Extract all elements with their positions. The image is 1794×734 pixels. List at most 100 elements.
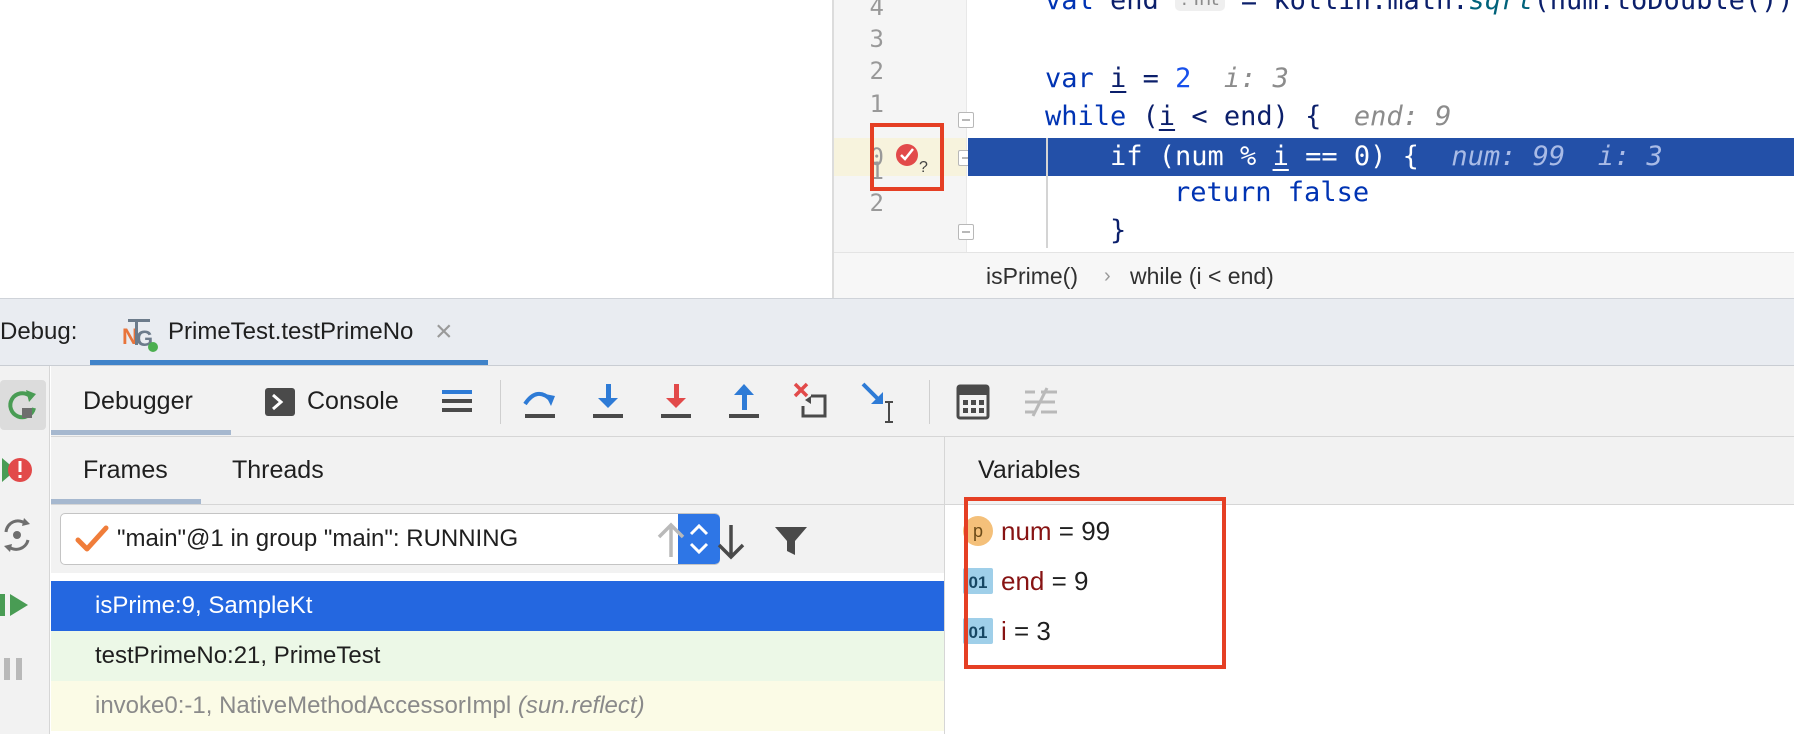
trace-stream-button[interactable] bbox=[1019, 380, 1063, 424]
pause-icon bbox=[4, 658, 22, 680]
pause-button[interactable] bbox=[0, 644, 46, 694]
toolbar-separator bbox=[500, 380, 501, 424]
variables-header: Variables bbox=[945, 437, 1794, 505]
inline-value-hint: end: 9 bbox=[1353, 101, 1452, 132]
debug-label: Debug: bbox=[0, 318, 78, 345]
frames-tabs: Frames Threads bbox=[51, 437, 944, 505]
step-out-icon bbox=[729, 384, 759, 418]
code-text: = kotlin.math. bbox=[1224, 0, 1469, 16]
code-line[interactable]: } bbox=[1110, 212, 1126, 250]
menu-lines-icon bbox=[442, 390, 472, 412]
run-to-cursor-icon bbox=[861, 382, 893, 423]
keyword: return bbox=[1174, 177, 1272, 208]
identifier: i bbox=[1272, 141, 1289, 172]
code-text: (num.toDouble()). bbox=[1533, 0, 1794, 16]
filter-frames-button[interactable] bbox=[771, 521, 811, 561]
code-text: == 0) { bbox=[1288, 141, 1419, 172]
drop-frame-button[interactable] bbox=[791, 380, 835, 424]
step-over-button[interactable] bbox=[519, 380, 563, 424]
frame-package: (sun.reflect) bbox=[517, 692, 645, 719]
evaluate-expression-button[interactable] bbox=[951, 380, 995, 424]
keyword: false bbox=[1271, 177, 1370, 208]
resume-button[interactable] bbox=[0, 580, 46, 630]
code-line[interactable]: while (i < end) { end: 9 bbox=[1045, 98, 1451, 136]
keyword: while bbox=[1045, 101, 1127, 132]
testng-icon: N G bbox=[122, 319, 158, 352]
inline-value-hint: i: 3 bbox=[1223, 63, 1289, 94]
view-breakpoints-button[interactable] bbox=[0, 446, 46, 496]
frames-panel: Frames Threads "main"@1 in group "main":… bbox=[51, 437, 945, 734]
thread-select[interactable]: "main"@1 in group "main": RUNNING bbox=[60, 513, 720, 565]
close-icon[interactable]: × bbox=[435, 299, 453, 365]
debug-tool-window-header: Debug: N G PrimeTest.testPrimeNo × bbox=[0, 298, 1794, 366]
calculator-icon bbox=[956, 384, 990, 420]
breadcrumb-separator: › bbox=[1104, 265, 1111, 287]
step-into-icon bbox=[593, 384, 623, 418]
force-step-into-icon bbox=[661, 384, 691, 418]
toolbar-separator bbox=[929, 380, 930, 424]
breakpoint-highlight-box bbox=[870, 123, 944, 191]
arrow-down-icon bbox=[717, 525, 745, 560]
debugger-toolbar: Debugger Console bbox=[51, 366, 1794, 437]
previous-frame-button[interactable] bbox=[651, 521, 691, 561]
code-text: (num % bbox=[1142, 141, 1273, 172]
stop-with-error-icon bbox=[2, 458, 32, 482]
active-tab-indicator bbox=[51, 430, 231, 435]
inline-value-hint: num: 99 i: 3 bbox=[1451, 141, 1663, 172]
code-text: < end) { bbox=[1175, 101, 1322, 132]
checkmark-icon bbox=[75, 525, 109, 552]
active-tab-indicator bbox=[90, 360, 488, 365]
code-line-current[interactable]: if (num % i == 0) { num: 99 i: 3 bbox=[1110, 138, 1663, 176]
fold-marker[interactable] bbox=[958, 224, 974, 240]
tab-frames[interactable]: Frames bbox=[83, 437, 168, 503]
number-literal: 2 bbox=[1175, 63, 1192, 94]
type-hint: : Int bbox=[1175, 0, 1225, 11]
restore-layout-button[interactable] bbox=[0, 510, 46, 560]
function-call: sqrt bbox=[1468, 0, 1534, 16]
layout-menu-button[interactable] bbox=[436, 380, 480, 424]
keyword: var bbox=[1045, 63, 1094, 94]
next-frame-button[interactable] bbox=[711, 521, 751, 561]
frame-row-selected[interactable]: isPrime:9, SampleKt bbox=[51, 581, 944, 631]
breadcrumb: isPrime() › while (i < end) bbox=[834, 252, 1794, 298]
code-line[interactable]: var i = 2 i: 3 bbox=[1045, 60, 1289, 98]
frame-row[interactable]: testPrimeNo:21, PrimeTest bbox=[51, 631, 944, 681]
fold-marker[interactable] bbox=[958, 112, 974, 128]
active-tab-indicator bbox=[51, 499, 201, 504]
frame-label: isPrime:9, SampleKt bbox=[95, 592, 313, 619]
debug-tab-label: PrimeTest.testPrimeNo bbox=[168, 318, 414, 345]
frame-row[interactable]: invoke0:-1, NativeMethodAccessorImpl (su… bbox=[51, 681, 944, 731]
variables-title: Variables bbox=[978, 456, 1081, 484]
rerun-icon bbox=[8, 390, 36, 420]
tab-debugger[interactable]: Debugger bbox=[83, 366, 193, 436]
refresh-icon bbox=[4, 518, 30, 552]
code-line[interactable]: return false bbox=[1174, 174, 1369, 212]
code-line[interactable]: val end : Int = kotlin.math.sqrt(num.toD… bbox=[1045, 0, 1794, 20]
step-into-button[interactable] bbox=[587, 380, 631, 424]
thread-select-value: "main"@1 in group "main": RUNNING bbox=[117, 525, 519, 552]
keyword: if bbox=[1110, 141, 1143, 172]
frame-label: testPrimeNo:21, PrimeTest bbox=[95, 642, 381, 669]
resume-icon bbox=[0, 594, 28, 616]
debug-session-tab[interactable]: N G PrimeTest.testPrimeNo × bbox=[90, 299, 488, 366]
identifier: end bbox=[1110, 0, 1159, 16]
variables-highlight-box bbox=[964, 497, 1226, 669]
code-text: } bbox=[1110, 215, 1127, 246]
console-icon bbox=[265, 388, 295, 416]
step-over-icon bbox=[523, 392, 555, 418]
force-step-into-button[interactable] bbox=[655, 380, 699, 424]
step-out-button[interactable] bbox=[723, 380, 767, 424]
run-to-cursor-button[interactable] bbox=[859, 380, 903, 424]
tab-threads[interactable]: Threads bbox=[232, 437, 324, 503]
code-editor[interactable]: 4 3 2 1 0 1 2 val end : Int = kotlin.mat… bbox=[834, 0, 1794, 298]
keyword: val bbox=[1045, 0, 1094, 16]
arrow-up-icon bbox=[657, 522, 685, 557]
identifier: i bbox=[1158, 101, 1176, 132]
breadcrumb-item[interactable]: isPrime() bbox=[986, 253, 1078, 298]
line-number: 1 bbox=[869, 90, 884, 118]
indent-guide bbox=[1046, 138, 1048, 248]
editor-blank-area bbox=[0, 0, 832, 298]
tab-console[interactable]: Console bbox=[307, 366, 399, 436]
rerun-button[interactable] bbox=[0, 380, 46, 430]
breadcrumb-item[interactable]: while (i < end) bbox=[1130, 253, 1274, 298]
